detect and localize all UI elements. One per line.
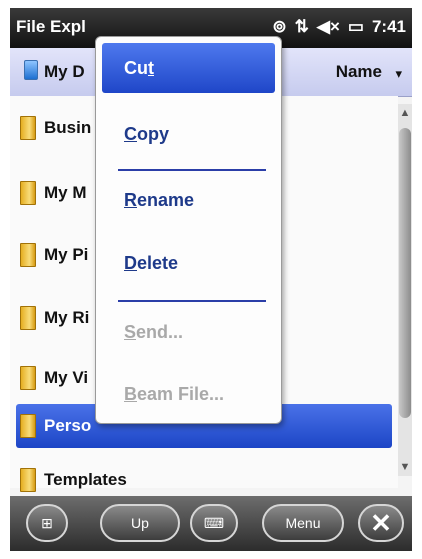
chevron-down-icon[interactable]: ▾ xyxy=(395,66,402,82)
device-screen: File Expl ⊚ ⇅ ◀× ▭ 7:41 My D Name ▾ Busi… xyxy=(10,8,412,551)
scrollbar[interactable]: ▲ ▼ xyxy=(398,104,412,476)
folder-icon xyxy=(20,243,36,267)
menu-item-cut-text: Cu xyxy=(124,57,148,78)
menu-item-rename[interactable]: Rename xyxy=(102,175,275,225)
menu-item-send-accelerator: S xyxy=(124,321,137,342)
menu-item-delete-accelerator: D xyxy=(124,252,137,273)
menu-item-copy-accelerator: C xyxy=(124,123,137,144)
folder-icon xyxy=(20,181,36,205)
softkey-bar: ⊞ Up ⌨ Menu ✕ xyxy=(10,496,412,551)
menu-separator xyxy=(118,169,266,171)
menu-item-send[interactable]: Send... xyxy=(102,307,275,357)
up-button[interactable]: Up xyxy=(100,504,180,542)
menu-item-rename-accelerator: R xyxy=(124,189,137,210)
current-folder-dropdown[interactable]: My D xyxy=(44,62,85,82)
menu-separator xyxy=(118,300,266,302)
folder-icon xyxy=(20,306,36,330)
menu-item-delete-rest: elete xyxy=(137,252,179,273)
file-label: My Ri xyxy=(44,308,90,327)
keyboard-button[interactable]: ⌨ xyxy=(190,504,238,542)
menu-item-cut[interactable]: Cu t xyxy=(102,43,275,93)
scroll-down-icon[interactable]: ▼ xyxy=(398,460,412,474)
keyboard-icon: ⌨ xyxy=(203,514,225,531)
start-button[interactable]: ⊞ xyxy=(26,504,68,542)
scroll-thumb[interactable] xyxy=(399,128,411,418)
signal-icon: ⇅ xyxy=(294,17,309,36)
close-icon: ✕ xyxy=(370,507,392,538)
connectivity-icon: ⊚ xyxy=(272,17,287,36)
file-label: Templates xyxy=(44,470,127,489)
close-button[interactable]: ✕ xyxy=(358,504,404,542)
device-icon xyxy=(24,60,38,80)
file-label: Perso xyxy=(44,416,92,435)
folder-icon xyxy=(20,366,36,390)
menu-item-send-rest: end... xyxy=(136,321,184,342)
menu-item-beam-rest: eam File... xyxy=(137,383,225,404)
folder-icon xyxy=(20,116,36,140)
menu-item-copy-rest: opy xyxy=(137,123,170,144)
menu-item-beam-accelerator: B xyxy=(124,383,137,404)
menu-button[interactable]: Menu xyxy=(262,504,344,542)
file-label: Busin xyxy=(44,118,92,137)
menu-item-beam-file[interactable]: Beam File... xyxy=(102,369,275,419)
sort-by-dropdown[interactable]: Name xyxy=(336,62,382,82)
menu-item-delete[interactable]: Delete xyxy=(102,238,275,288)
menu-item-copy[interactable]: Copy xyxy=(102,109,275,159)
app-title[interactable]: File Expl xyxy=(16,17,86,37)
volume-icon: ◀× xyxy=(316,17,340,36)
context-menu: Cu t Copy Rename Delete Send... Beam File… xyxy=(95,36,282,424)
clock-time: 7:41 xyxy=(371,17,406,36)
folder-icon xyxy=(20,468,36,492)
status-icons[interactable]: ⊚ ⇅ ◀× ▭ 7:41 xyxy=(272,17,406,37)
menu-item-rename-rest: ename xyxy=(137,189,195,210)
scroll-up-icon[interactable]: ▲ xyxy=(398,106,412,120)
windows-logo-icon: ⊞ xyxy=(41,514,53,531)
folder-icon xyxy=(20,414,36,438)
file-label: My M xyxy=(44,183,87,202)
menu-item-cut-accelerator: t xyxy=(148,57,154,78)
battery-icon: ▭ xyxy=(347,17,364,36)
file-label: My Vi xyxy=(44,368,89,387)
file-label: My Pi xyxy=(44,245,89,264)
